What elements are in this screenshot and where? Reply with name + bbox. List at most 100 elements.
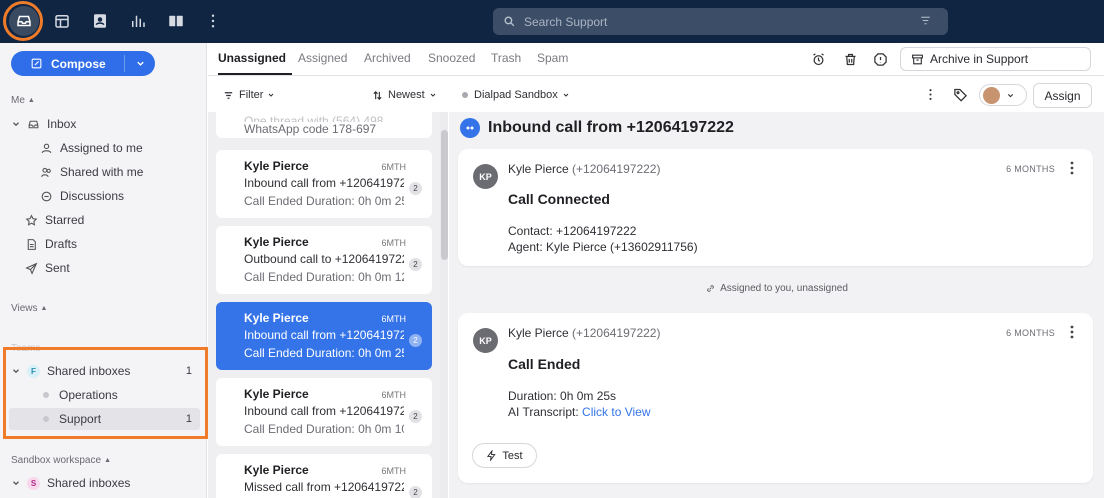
tab-unassigned[interactable]: Unassigned	[218, 51, 286, 65]
test-label: Test	[502, 449, 523, 462]
list-item-name: Kyle Pierce	[244, 463, 309, 477]
search-input[interactable]: Search Support	[493, 8, 948, 35]
list-item-selected[interactable]: Kyle Pierce 6MTH Inbound call from +12064…	[216, 302, 432, 370]
list-item-subject: Inbound call from +12064197222	[244, 328, 404, 342]
sidebar-item-sent[interactable]: Sent	[25, 258, 70, 278]
sidebar-item-assigned-to-me[interactable]: Assigned to me	[40, 138, 143, 158]
list-item-time: 6MTH	[381, 314, 407, 324]
filter-lines-icon[interactable]	[919, 14, 932, 27]
assignment-event-text: Assigned to you, unassigned	[720, 283, 848, 294]
test-button[interactable]: Test	[472, 443, 537, 468]
list-item-time: 6MTH	[381, 390, 407, 400]
list-item-name: Kyle Pierce	[244, 311, 309, 325]
tag-icon[interactable]	[951, 85, 969, 103]
calendar-icon[interactable]	[51, 10, 73, 32]
archive-label: Archive in Support	[930, 52, 1029, 66]
sidebar-item-inbox[interactable]: Inbox	[11, 114, 76, 134]
person-icon	[40, 142, 53, 155]
list-scrollbar-thumb[interactable]	[441, 130, 448, 260]
list-item[interactable]: Kyle Pierce 6MTH Inbound call from +12064…	[216, 378, 432, 446]
conversation-detail: Inbound call from +12064197222 KP Kyle P…	[449, 112, 1104, 498]
inbox-icon	[27, 118, 40, 131]
chevron-down-icon	[1007, 93, 1014, 97]
chevron-down-icon[interactable]	[11, 119, 21, 129]
sender-name: Kyle Pierce	[508, 326, 569, 340]
section-views[interactable]: Views ▲	[11, 303, 47, 314]
inbox-dot	[462, 92, 468, 98]
sidebar-item-label: Shared with me	[60, 165, 144, 179]
list-item[interactable]: Kyle Pierce 6MTH Outbound call to +120641…	[216, 226, 432, 294]
sidebar-item-label: Discussions	[60, 189, 125, 203]
tab-assigned[interactable]: Assigned	[298, 51, 347, 65]
contacts-icon[interactable]	[89, 10, 111, 32]
star-icon	[25, 213, 38, 227]
chevron-down-icon[interactable]	[11, 478, 21, 488]
sidebar: Compose Me ▲ Inbox Assigned to me Shared …	[0, 43, 208, 498]
list-item-preview: WhatsApp code 178-697	[244, 122, 377, 136]
compose-button[interactable]: Compose	[11, 51, 155, 76]
message-sender: Kyle Pierce (+12064197222)	[508, 326, 660, 340]
more-icon[interactable]	[1066, 160, 1078, 176]
chevron-down-icon	[136, 61, 144, 66]
more-icon[interactable]	[921, 85, 939, 103]
sidebar-item-label: Inbox	[47, 117, 77, 131]
compose-main[interactable]: Compose	[11, 51, 124, 76]
caret-up-icon: ▲	[27, 97, 35, 104]
chevron-down-icon	[430, 93, 436, 97]
section-sandbox-workspace[interactable]: Sandbox workspace ▲	[11, 455, 111, 466]
message-time: 6 MONTHS	[1006, 164, 1055, 174]
section-sandbox-label: Sandbox workspace	[11, 455, 102, 466]
lightning-icon	[487, 450, 497, 461]
more-icon[interactable]	[1066, 324, 1078, 340]
spam-alert-icon[interactable]	[871, 50, 889, 68]
assign-button[interactable]: Assign	[1033, 83, 1092, 108]
message-line: AI Transcript: Click to View	[508, 405, 651, 419]
message-heading: Call Ended	[508, 356, 581, 372]
conversation-title-text: Inbound call from +12064197222	[488, 119, 734, 136]
analytics-icon[interactable]	[127, 10, 149, 32]
list-item[interactable]: Kyle Pierce 6MTH Inbound call from +12064…	[216, 150, 432, 218]
tab-trash[interactable]: Trash	[491, 51, 521, 65]
list-item[interactable]: Kyle Pierce 6MTH Missed call from +120641…	[216, 454, 432, 498]
sidebar-item-discussions[interactable]: Discussions	[40, 186, 124, 206]
sidebar-item-label: Assigned to me	[60, 141, 143, 155]
tab-archived[interactable]: Archived	[364, 51, 411, 65]
assignee-selector[interactable]	[979, 84, 1027, 106]
archive-box-icon	[912, 54, 923, 64]
trash-icon[interactable]	[841, 50, 859, 68]
list-item[interactable]: One thread with (564) 498... WhatsApp co…	[216, 112, 432, 138]
filter-button[interactable]: Filter	[223, 89, 275, 101]
tab-snoozed[interactable]: Snoozed	[428, 51, 475, 65]
book-icon[interactable]	[165, 10, 187, 32]
sender-name: Kyle Pierce	[508, 162, 569, 176]
compose-dropdown[interactable]	[125, 58, 155, 69]
caret-up-icon: ▲	[40, 305, 48, 312]
sidebar-item-sandbox-shared-inboxes[interactable]: S Shared inboxes	[11, 473, 130, 493]
sort-label: Newest	[388, 89, 425, 101]
sort-arrows-icon	[373, 90, 382, 100]
list-item-name: Kyle Pierce	[244, 387, 309, 401]
sidebar-item-starred[interactable]: Starred	[25, 210, 84, 230]
archive-in-support-button[interactable]: Archive in Support	[900, 47, 1091, 71]
sender-number: (+12064197222)	[572, 326, 661, 340]
list-item-name: Kyle Pierce	[244, 159, 309, 173]
chevron-down-icon	[269, 93, 274, 97]
sidebar-item-shared-with-me[interactable]: Shared with me	[40, 162, 143, 182]
inbox-selector[interactable]: Dialpad Sandbox	[462, 89, 570, 101]
section-me[interactable]: Me ▲	[11, 95, 35, 106]
inbox-selector-label: Dialpad Sandbox	[474, 89, 558, 101]
filter-label: Filter	[239, 89, 264, 101]
message-line: Agent: Kyle Pierce (+13602911756)	[508, 240, 698, 254]
sidebar-item-drafts[interactable]: Drafts	[25, 234, 77, 254]
list-item-preview: Call Ended Duration: 0h 0m 25s	[244, 346, 404, 360]
more-icon[interactable]	[202, 10, 224, 32]
list-item-subject: Inbound call from +12064197222	[244, 404, 404, 418]
transcript-link[interactable]: Click to View	[582, 405, 650, 419]
sort-button[interactable]: Newest	[372, 89, 437, 101]
list-item-preview: Call Ended Duration: 0h 0m 10s	[244, 422, 404, 436]
tab-spam[interactable]: Spam	[537, 51, 568, 65]
list-item-name: Kyle Pierce	[244, 235, 309, 249]
transcript-label: AI Transcript:	[508, 405, 579, 419]
list-item-time: 6MTH	[381, 466, 407, 476]
snooze-alarm-icon[interactable]	[809, 50, 827, 68]
